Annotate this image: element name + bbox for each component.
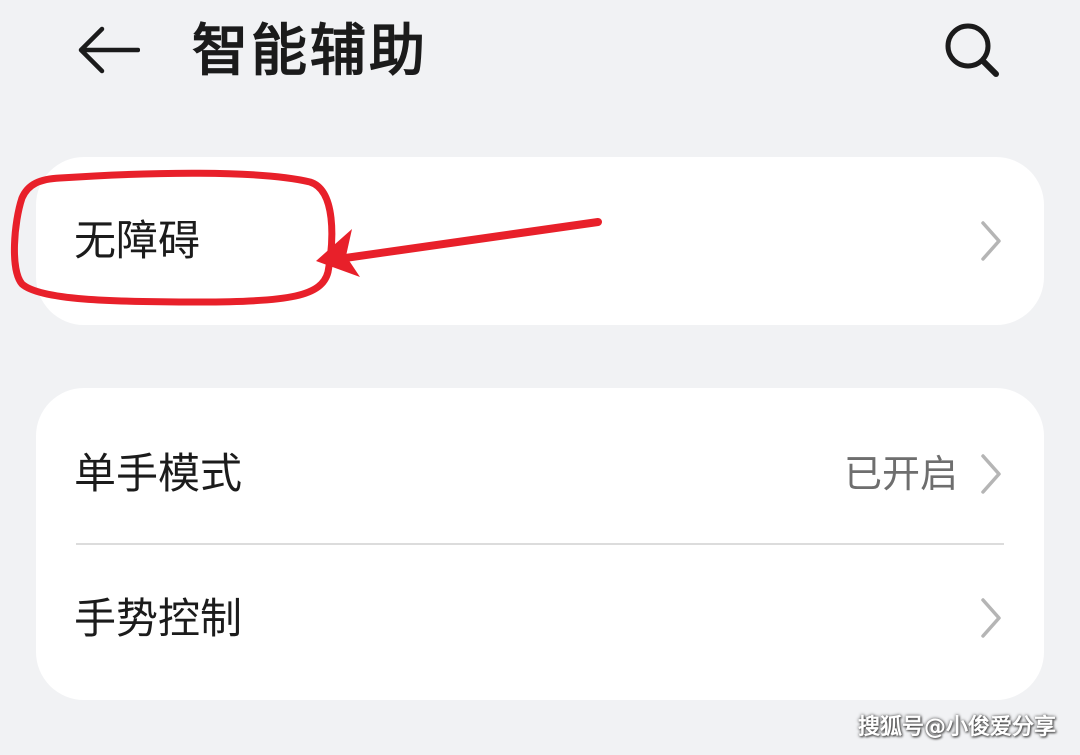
row-status-value: 已开启 [843, 452, 958, 496]
settings-row-gesture-control[interactable]: 手势控制 [36, 545, 1044, 700]
search-button[interactable] [932, 16, 1012, 86]
row-label: 手势控制 [74, 594, 243, 643]
arrow-left-icon [78, 26, 140, 74]
settings-card-accessibility: 无障碍 [36, 157, 1044, 325]
top-app-bar: 智能辅助 [0, 0, 1080, 110]
search-icon [945, 23, 999, 77]
chevron-right-icon [981, 598, 1001, 638]
chevron-right-icon [981, 221, 1001, 261]
settings-row-accessibility[interactable]: 无障碍 [36, 157, 1044, 325]
row-label: 单手模式 [74, 449, 243, 498]
chevron-right-icon [981, 454, 1001, 494]
page-title: 智能辅助 [192, 19, 428, 84]
watermark: 搜狐号@小俊爱分享 [857, 715, 1056, 740]
settings-row-one-hand-mode[interactable]: 单手模式 已开启 [36, 388, 1044, 544]
settings-card-operations: 单手模式 已开启 手势控制 [36, 388, 1044, 700]
back-button[interactable] [70, 18, 146, 82]
row-label: 无障碍 [74, 216, 201, 265]
